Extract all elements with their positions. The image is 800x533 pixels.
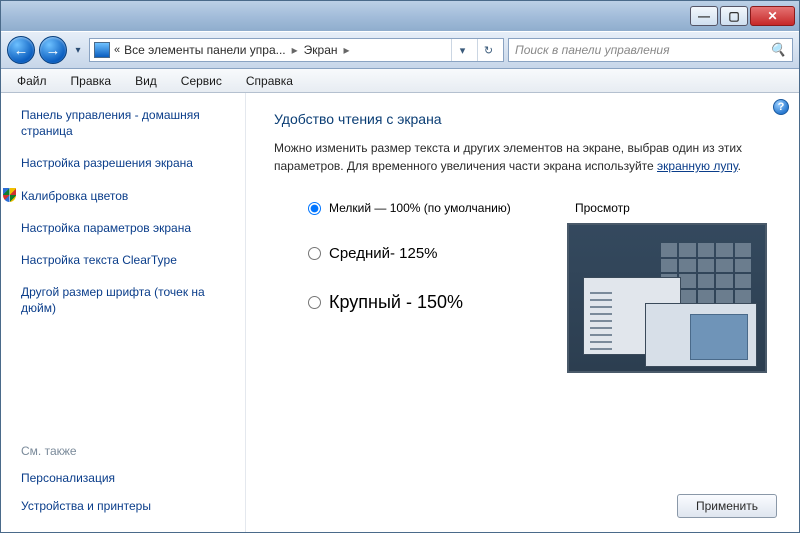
preview-label: Просмотр <box>567 201 777 215</box>
address-bar[interactable]: « Все элементы панели упра... ▸ Экран ▸ … <box>89 38 504 62</box>
menu-view[interactable]: Вид <box>125 72 167 90</box>
sidebar-link-cleartype[interactable]: Настройка текста ClearType <box>21 252 237 268</box>
search-placeholder: Поиск в панели управления <box>515 43 670 57</box>
control-panel-window: — ▢ ✕ ← → ▾ « Все элементы панели упра..… <box>0 0 800 533</box>
option-medium-label: Средний- 125% <box>329 245 438 262</box>
preview-window-2 <box>645 303 757 367</box>
display-icon <box>94 42 110 58</box>
explorer-navbar: ← → ▾ « Все элементы панели упра... ▸ Эк… <box>1 31 799 69</box>
sidebar: Панель управления - домашняя страница На… <box>1 93 246 532</box>
breadcrumb-overflow-icon[interactable]: « <box>114 44 120 56</box>
main-content: Удобство чтения с экрана Можно изменить … <box>246 93 799 532</box>
refresh-button[interactable]: ↻ <box>477 39 499 61</box>
search-icon[interactable]: 🔍 <box>770 42 786 58</box>
desc-text-end: . <box>738 159 741 173</box>
sidebar-link-devices[interactable]: Устройства и принтеры <box>21 498 237 514</box>
sidebar-link-calibration[interactable]: Калибровка цветов <box>21 188 237 204</box>
refresh-icon: ↻ <box>484 44 493 57</box>
sidebar-link-font-dpi[interactable]: Другой размер шрифта (точек на дюйм) <box>21 284 237 316</box>
history-dropdown[interactable]: ▾ <box>71 40 85 60</box>
menu-file[interactable]: Файл <box>7 72 57 90</box>
option-small-label: Мелкий — 100% (по умолчанию) <box>329 201 511 215</box>
menu-bar: Файл Правка Вид Сервис Справка <box>1 69 799 93</box>
window-titlebar: — ▢ ✕ <box>1 1 799 31</box>
menu-edit[interactable]: Правка <box>61 72 122 90</box>
chevron-right-icon[interactable]: ▸ <box>290 43 300 57</box>
magnifier-link[interactable]: экранную лупу <box>657 159 738 173</box>
option-large[interactable]: Крупный - 150% <box>308 292 541 313</box>
close-button[interactable]: ✕ <box>750 6 795 26</box>
sidebar-link-display-params[interactable]: Настройка параметров экрана <box>21 220 237 236</box>
chevron-right-icon[interactable]: ▸ <box>342 43 352 57</box>
help-icon[interactable]: ? <box>773 99 789 115</box>
arrow-right-icon: → <box>46 42 61 59</box>
option-small[interactable]: Мелкий — 100% (по умолчанию) <box>308 201 541 215</box>
minimize-button[interactable]: — <box>690 6 718 26</box>
sidebar-link-home[interactable]: Панель управления - домашняя страница <box>21 107 237 139</box>
apply-button[interactable]: Применить <box>677 494 777 518</box>
menu-tools[interactable]: Сервис <box>171 72 232 90</box>
option-medium[interactable]: Средний- 125% <box>308 245 541 262</box>
breadcrumb-screen[interactable]: Экран <box>304 43 338 57</box>
arrow-left-icon: ← <box>14 42 29 59</box>
address-dropdown[interactable]: ▾ <box>451 39 473 61</box>
menu-help[interactable]: Справка <box>236 72 303 90</box>
radio-large[interactable] <box>308 296 321 309</box>
sidebar-link-personalization[interactable]: Персонализация <box>21 470 237 486</box>
radio-medium[interactable] <box>308 247 321 260</box>
forward-button[interactable]: → <box>39 36 67 64</box>
see-also-header: См. также <box>21 444 237 458</box>
option-large-label: Крупный - 150% <box>329 292 463 313</box>
page-description: Можно изменить размер текста и других эл… <box>274 139 777 175</box>
back-button[interactable]: ← <box>7 36 35 64</box>
breadcrumb-all-items[interactable]: Все элементы панели упра... <box>124 43 286 57</box>
search-box[interactable]: Поиск в панели управления 🔍 <box>508 38 793 62</box>
page-title: Удобство чтения с экрана <box>274 111 777 127</box>
maximize-button[interactable]: ▢ <box>720 6 748 26</box>
dpi-options: Мелкий — 100% (по умолчанию) Средний- 12… <box>274 201 541 373</box>
preview-image <box>567 223 767 373</box>
sidebar-link-resolution[interactable]: Настройка разрешения экрана <box>21 155 237 171</box>
radio-small[interactable] <box>308 202 321 215</box>
